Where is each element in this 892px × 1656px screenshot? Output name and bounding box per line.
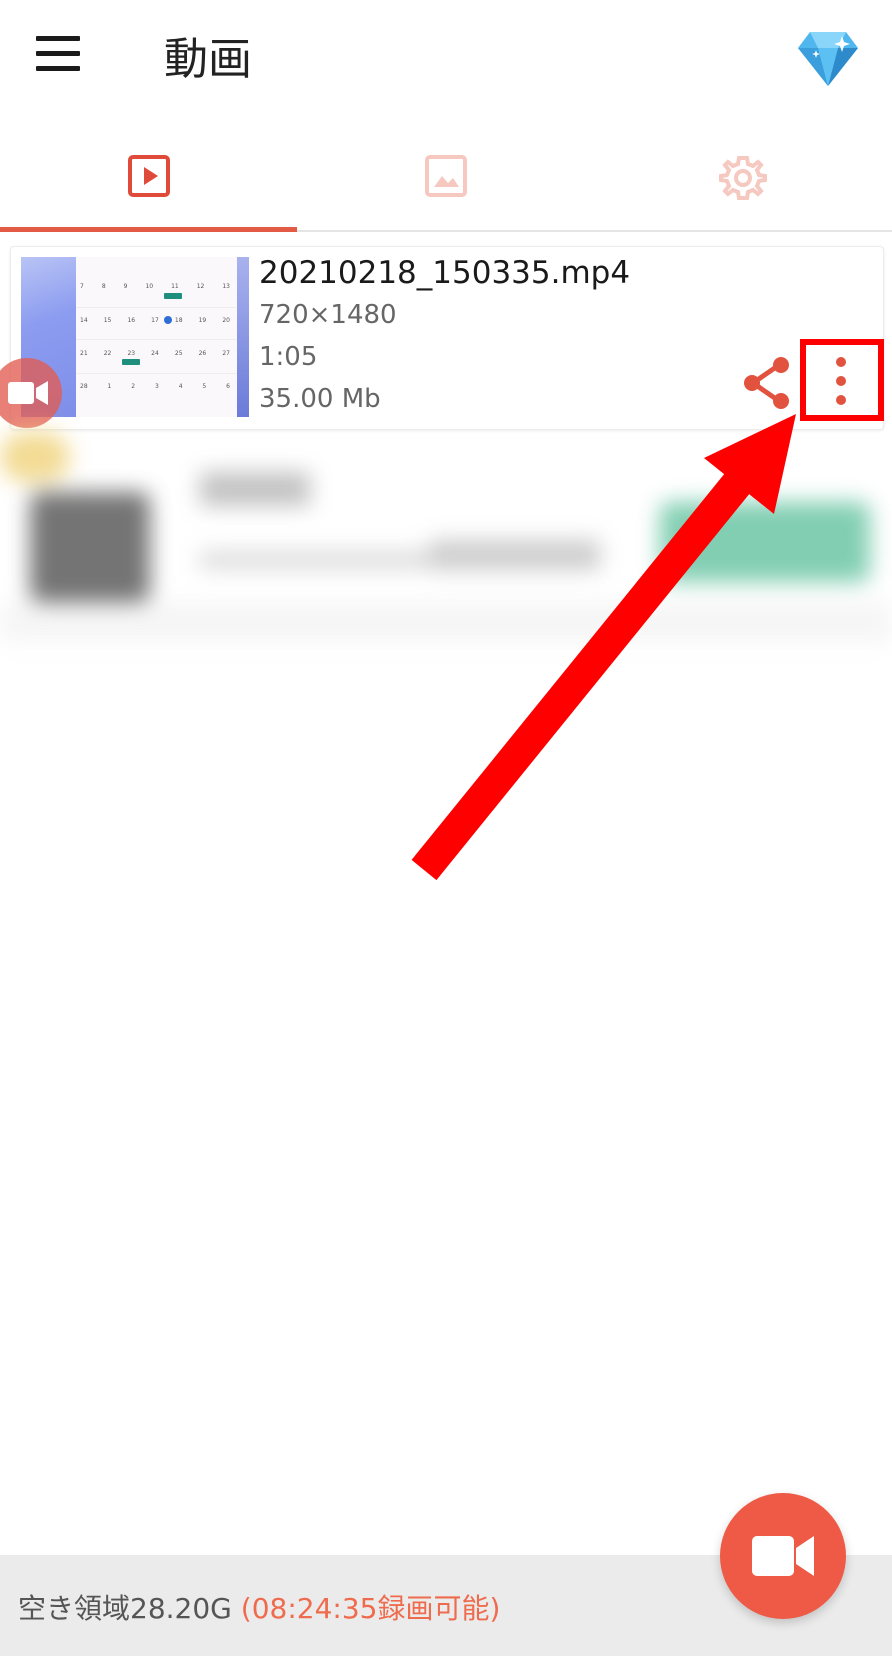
tab-selected-indicator	[0, 227, 297, 232]
page-title: 動画	[164, 34, 252, 85]
diamond-icon[interactable]	[796, 26, 860, 90]
storage-status-text: 空き領域28.20G (08:24:35録画可能)	[18, 1589, 500, 1629]
share-icon	[744, 357, 789, 409]
tab-videos[interactable]	[0, 120, 297, 232]
video-duration: 1:05	[259, 342, 318, 372]
thumbnail-calendar: 7 8 9 10 11 12 13 14 15 16 17 18 19 20 21 22 23 24 25 26 2…	[76, 257, 237, 417]
record-button[interactable]	[720, 1493, 846, 1619]
tab-bar	[0, 120, 892, 232]
video-size: 35.00 Mb	[259, 384, 381, 414]
tab-settings[interactable]	[594, 120, 891, 230]
more-options-button[interactable]	[803, 339, 879, 415]
hamburger-menu-icon[interactable]	[36, 36, 92, 78]
record-time-remaining: (08:24:35録画可能)	[240, 1592, 501, 1625]
gear-icon	[718, 156, 767, 200]
image-icon	[424, 155, 467, 197]
blurred-ad-banner	[0, 432, 892, 652]
play-video-icon	[127, 155, 170, 197]
video-resolution: 720×1480	[259, 300, 397, 330]
tab-images[interactable]	[297, 120, 594, 230]
video-camera-icon	[8, 381, 48, 405]
video-filename: 20210218_150335.mp4	[259, 255, 631, 291]
app-bar: 動画	[0, 0, 892, 121]
free-space-label: 空き領域28.20G	[18, 1592, 232, 1625]
share-button[interactable]	[739, 355, 797, 413]
video-list-item[interactable]: 7 8 9 10 11 12 13 14 15 16 17 18 19 20 21 22 23 24 25 26 2…	[10, 246, 884, 430]
video-camera-icon	[752, 1536, 814, 1576]
